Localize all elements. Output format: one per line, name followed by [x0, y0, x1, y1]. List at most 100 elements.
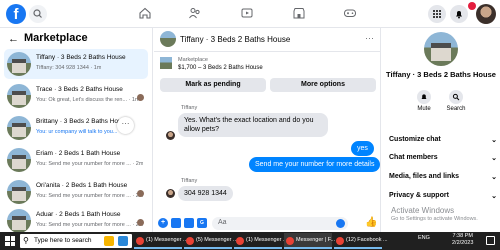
chat-last-message: You: Send me your number for more ... · … — [36, 161, 144, 167]
chat-last-message: You: Ok great, Let's discuss the ren... … — [36, 97, 140, 103]
photo-icon[interactable] — [171, 218, 181, 228]
sticker-icon[interactable] — [184, 218, 194, 228]
chrome-icon — [186, 237, 194, 245]
mute-label: Mute — [417, 106, 431, 112]
taskbar-app-messenger[interactable]: (1) Messenger ... — [134, 233, 188, 249]
message-input[interactable]: Aa — [212, 217, 348, 230]
outgoing-message: yes — [351, 141, 374, 156]
search-label: Search — [446, 106, 466, 112]
row-label: Privacy & support — [389, 192, 449, 199]
listing-thumbnail — [7, 148, 31, 172]
listing-card[interactable]: Marketplace $1,700 – 3 Beds 2 Baths Hous… — [158, 55, 376, 75]
thumbs-up-icon[interactable]: 👍 — [365, 217, 377, 228]
chat-item[interactable]: Tiffany · 3 Beds 2 Baths House Tiffany: … — [4, 49, 148, 79]
search-button[interactable] — [29, 5, 47, 23]
chrome-icon — [236, 237, 244, 245]
conversation-thumbnail[interactable] — [160, 31, 176, 47]
file-explorer-icon[interactable] — [104, 236, 114, 246]
mark-as-pending-button[interactable]: Mark as pending — [160, 78, 266, 92]
home-icon[interactable] — [138, 6, 152, 20]
listing-thumbnail — [7, 180, 31, 204]
windows-start-icon[interactable] — [5, 236, 15, 246]
chevron-down-icon: ⌄ — [491, 155, 497, 162]
taskbar-app-messenger[interactable]: (5) Messenger ... — [184, 233, 238, 249]
seen-avatar — [137, 219, 144, 226]
taskbar-search-box[interactable]: ⚲ Type here to search — [20, 234, 132, 248]
bell-icon — [421, 94, 427, 99]
mute-button[interactable]: Mute — [409, 90, 439, 112]
clock-date: 2/2/2023 — [452, 240, 474, 246]
sender-avatar — [166, 189, 175, 198]
chat-last-message: You: Send me your number for more ... · … — [36, 193, 144, 199]
plus-icon[interactable]: + — [158, 218, 168, 228]
friends-icon[interactable] — [188, 6, 202, 20]
chat-name: Brittany · 3 Beds 2 Baths House — [36, 118, 129, 125]
chat-members-row[interactable]: Chat members ⌄ — [389, 154, 497, 166]
message-input-placeholder: Aa — [218, 219, 227, 226]
chat-name: Tiffany · 3 Beds 2 Baths House — [36, 54, 126, 61]
taskbar-app-label: (5) Messenger ... — [196, 237, 238, 243]
chevron-down-icon: ⌄ — [491, 137, 497, 144]
clock-time: 7:38 PM — [452, 233, 473, 239]
activate-windows-subtitle: Go to Settings to activate Windows. — [391, 216, 478, 222]
taskbar-app-messenger[interactable]: (1) Messenger ... — [234, 233, 288, 249]
emoji-icon[interactable] — [336, 219, 345, 228]
conversation-info-icon[interactable]: ··· — [365, 33, 374, 43]
language-indicator[interactable]: ENG — [418, 235, 430, 241]
gaming-icon[interactable] — [343, 6, 357, 20]
taskbar-app-label: (1) Messenger ... — [146, 237, 188, 243]
customize-chat-row[interactable]: Customize chat ⌄ — [389, 136, 497, 148]
notifications-button[interactable] — [450, 5, 468, 23]
search-icon — [33, 9, 42, 18]
more-options-button[interactable]: More options — [270, 78, 376, 92]
menu-button[interactable] — [428, 5, 446, 23]
action-center-icon[interactable] — [486, 236, 495, 245]
chat-name: Eriam · 2 Beds 1 Bath House — [36, 150, 121, 157]
chat-name: Ori'anita · 2 Beds 1 Bath House — [36, 182, 128, 189]
taskbar-app-messenger[interactable]: Messenger | F... — [284, 233, 336, 249]
listing-label: Marketplace — [178, 57, 208, 63]
edge-icon[interactable] — [118, 236, 128, 246]
listing-thumbnail — [7, 52, 31, 76]
media-files-links-row[interactable]: Media, files and links ⌄ — [389, 173, 497, 185]
conversation-title[interactable]: Tiffany · 3 Beds 2 Baths House — [180, 35, 290, 44]
details-panel: Tiffany · 3 Beds 2 Baths House Mute Sear… — [380, 28, 500, 232]
chat-name: Aduar · 2 Beds 1 Bath House — [36, 211, 121, 218]
chevron-down-icon: ⌄ — [491, 174, 497, 181]
marketplace-icon[interactable] — [292, 6, 306, 20]
conversation-header: Tiffany · 3 Beds 2 Baths House ··· — [154, 28, 380, 52]
row-label: Customize chat — [389, 136, 441, 143]
chevron-down-icon: ⌄ — [491, 193, 497, 200]
seen-avatar — [137, 94, 144, 101]
message-sender: Tiffany — [181, 178, 198, 184]
privacy-support-row[interactable]: Privacy & support ⌄ — [389, 192, 497, 204]
chat-list-panel: ← Marketplace Tiffany · 3 Beds 2 Baths H… — [0, 28, 153, 233]
chat-item[interactable]: Trace · 3 Beds 2 Baths House You: Ok gre… — [4, 81, 148, 111]
chat-last-message: Tiffany: 304 928 1344 · 1m — [36, 65, 102, 71]
profile-avatar[interactable] — [476, 4, 496, 24]
panel-title: Marketplace — [24, 32, 88, 44]
taskbar-app-label: (12) Facebook ... — [346, 237, 388, 243]
facebook-logo-icon[interactable]: f — [6, 4, 26, 24]
chrome-icon — [336, 237, 344, 245]
bell-icon — [456, 11, 462, 19]
more-options-icon[interactable]: ··· — [117, 117, 134, 134]
chrome-icon — [136, 237, 144, 245]
chat-last-message: You: ur company will talk to you... — [36, 129, 118, 135]
message-composer: + G Aa 👍 — [154, 216, 380, 232]
details-title: Tiffany · 3 Beds 2 Baths House — [386, 70, 496, 79]
taskbar-app-label: Messenger | F... — [296, 237, 336, 243]
taskbar-app-facebook[interactable]: (12) Facebook ... — [334, 233, 388, 249]
search-in-conversation-button[interactable]: Search — [441, 90, 471, 112]
chat-last-message: You: Send me your number for more ... · … — [36, 222, 144, 228]
taskbar-app-label: (1) Messenger ... — [246, 237, 288, 243]
back-arrow-icon[interactable]: ← — [8, 33, 19, 45]
clock[interactable]: 7:38 PM 2/2/2023 — [452, 233, 473, 247]
chat-item[interactable]: Eriam · 2 Beds 1 Bath House You: Send me… — [4, 145, 148, 175]
watch-icon[interactable] — [240, 6, 254, 20]
gif-icon[interactable]: G — [197, 218, 207, 228]
listing-thumbnail — [160, 57, 172, 69]
chat-item[interactable]: Ori'anita · 2 Beds 1 Bath House You: Sen… — [4, 177, 148, 207]
windows-taskbar: ⚲ Type here to search (1) Messenger ... … — [0, 232, 500, 250]
row-label: Media, files and links — [389, 173, 460, 180]
